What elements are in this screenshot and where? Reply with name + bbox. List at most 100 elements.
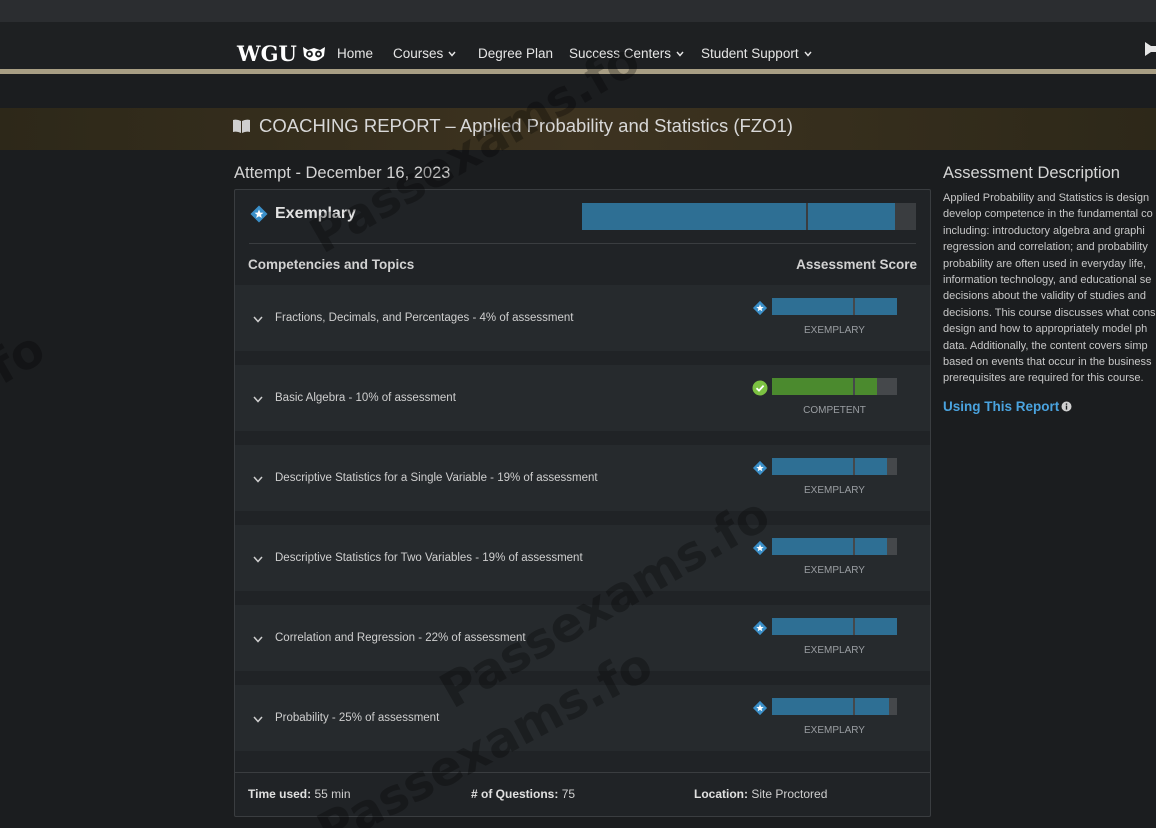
question-count-value: 75 (561, 787, 576, 801)
star-badge-icon (752, 620, 768, 636)
using-this-report-link[interactable]: Using This Report (943, 399, 1072, 414)
chevron-down-icon[interactable] (253, 716, 263, 723)
info-icon[interactable] (1061, 401, 1072, 412)
topic-row[interactable]: Descriptive Statistics for a Single Vari… (235, 445, 930, 511)
footer-divider (235, 772, 930, 773)
star-badge-icon (752, 460, 768, 476)
topic-score-label: EXEMPLARY (804, 485, 865, 496)
topic-label: Correlation and Regression - 22% of asse… (275, 632, 526, 644)
description-line: based on events that occur in the busine… (943, 356, 1152, 369)
topic-bar-segment-2 (855, 698, 889, 715)
nav-student-support[interactable]: Student Support (701, 46, 812, 61)
column-header-topics: Competencies and Topics (248, 257, 415, 272)
nav-courses[interactable]: Courses (393, 46, 456, 61)
star-badge-icon (752, 300, 768, 316)
nav-home[interactable]: Home (337, 46, 373, 61)
time-used-value: 55 min (314, 787, 351, 801)
topic-bar-segment-2 (855, 618, 897, 635)
description-line: probability are often used in everyday l… (943, 257, 1147, 270)
chevron-down-icon (448, 51, 456, 57)
star-badge-icon (752, 540, 768, 556)
time-used: Time used: 55 min (248, 787, 351, 801)
topic-score-bar (772, 378, 897, 395)
report-title: COACHING REPORT – Applied Probability an… (232, 115, 793, 137)
description-line: prerequisites are required for this cour… (943, 372, 1144, 385)
topic-row[interactable]: Descriptive Statistics for Two Variables… (235, 525, 930, 591)
overall-result: Exemplary (249, 204, 356, 224)
question-count-label: # of Questions: (471, 787, 559, 801)
topic-bar-segment-2 (855, 298, 897, 315)
logout-icon[interactable] (1143, 40, 1156, 58)
description-line: design and how to appropriately model ph (943, 323, 1148, 336)
overall-bar-segment-1 (582, 203, 806, 230)
nav-degree-plan-label: Degree Plan (478, 46, 554, 61)
topic-bar-segment-2 (855, 458, 887, 475)
attempt-date: Attempt - December 16, 2023 (234, 164, 451, 182)
topic-bar-segment-1 (772, 378, 854, 395)
topic-score-label: COMPETENT (803, 405, 866, 416)
star-badge-icon (250, 205, 268, 223)
topic-score-label: EXEMPLARY (804, 325, 865, 336)
topic-bar-segment-1 (772, 618, 854, 635)
topic-label: Descriptive Statistics for Two Variables… (275, 552, 583, 564)
watermark: fo (0, 320, 55, 396)
nav-home-label: Home (337, 46, 374, 61)
location-value: Site Proctored (751, 787, 828, 801)
topic-score-bar (772, 458, 897, 475)
topic-bar-segment-1 (772, 538, 854, 555)
browser-chrome-strip (0, 0, 1156, 22)
topic-bar-segment-2 (855, 378, 877, 395)
description-line: information technology, and educational … (943, 274, 1152, 287)
topic-row[interactable]: Probability - 25% of assessment EXEMPLARY (235, 685, 930, 751)
topic-score-label: EXEMPLARY (804, 725, 865, 736)
time-used-label: Time used: (248, 787, 312, 801)
report-title-text: COACHING REPORT – Applied Probability an… (259, 115, 793, 136)
chevron-down-icon[interactable] (253, 556, 263, 563)
overall-bar-segment-2 (807, 203, 895, 230)
wgu-logo[interactable]: WGU (237, 41, 327, 66)
divider (249, 243, 916, 244)
chevron-down-icon[interactable] (253, 316, 263, 323)
description-line: data. Additionally, the content covers s… (943, 339, 1148, 352)
topic-label: Basic Algebra - 10% of assessment (275, 392, 456, 404)
topic-score-label: EXEMPLARY (804, 645, 865, 656)
description-line: decisions about the validity of studies … (943, 290, 1147, 303)
topic-bar-segment-1 (772, 298, 854, 315)
chevron-down-icon (676, 51, 684, 57)
chevron-down-icon (804, 51, 812, 57)
nav-accent-line (0, 69, 1156, 74)
assessment-description-text: Applied Probability and Statistics is de… (943, 190, 1156, 387)
overall-label: Exemplary (275, 205, 356, 222)
topic-bar-segment-2 (855, 538, 887, 555)
topic-row[interactable]: Basic Algebra - 10% of assessment COMPETE… (235, 365, 930, 431)
topic-label: Descriptive Statistics for a Single Vari… (275, 472, 598, 484)
chevron-down-icon[interactable] (253, 636, 263, 643)
topic-row[interactable]: Correlation and Regression - 22% of asse… (235, 605, 930, 671)
location: Location: Site Proctored (694, 787, 827, 801)
topic-score-bar (772, 698, 897, 715)
topic-score-bar (772, 538, 897, 555)
topic-bar-segment-1 (772, 698, 854, 715)
nav-courses-label: Courses (393, 46, 444, 61)
topic-bar-segment-1 (772, 458, 854, 475)
topic-label: Probability - 25% of assessment (275, 712, 440, 724)
owl-logo-icon (302, 46, 325, 61)
check-circle-icon (752, 380, 768, 396)
score-panel: Exemplary Competencies and Topics Assess… (234, 189, 931, 817)
question-count: # of Questions: 75 (471, 787, 575, 801)
nav-student-support-label: Student Support (701, 46, 799, 61)
nav-success-centers-label: Success Centers (569, 46, 672, 61)
overall-score-bar (582, 203, 916, 230)
topic-row[interactable]: Fractions, Decimals, and Percentages - 4… (235, 285, 930, 351)
topic-score-bar (772, 298, 897, 315)
nav-success-centers[interactable]: Success Centers (569, 46, 684, 61)
chevron-down-icon[interactable] (253, 396, 263, 403)
chevron-down-icon[interactable] (253, 476, 263, 483)
location-label: Location: (694, 787, 748, 801)
description-line: including: introductory algebra and grap… (943, 224, 1145, 237)
star-badge-icon (752, 700, 768, 716)
book-icon (233, 119, 250, 133)
column-header-score: Assessment Score (796, 257, 917, 272)
description-line: Applied Probability and Statistics is de… (943, 192, 1150, 204)
nav-degree-plan[interactable]: Degree Plan (478, 46, 553, 61)
